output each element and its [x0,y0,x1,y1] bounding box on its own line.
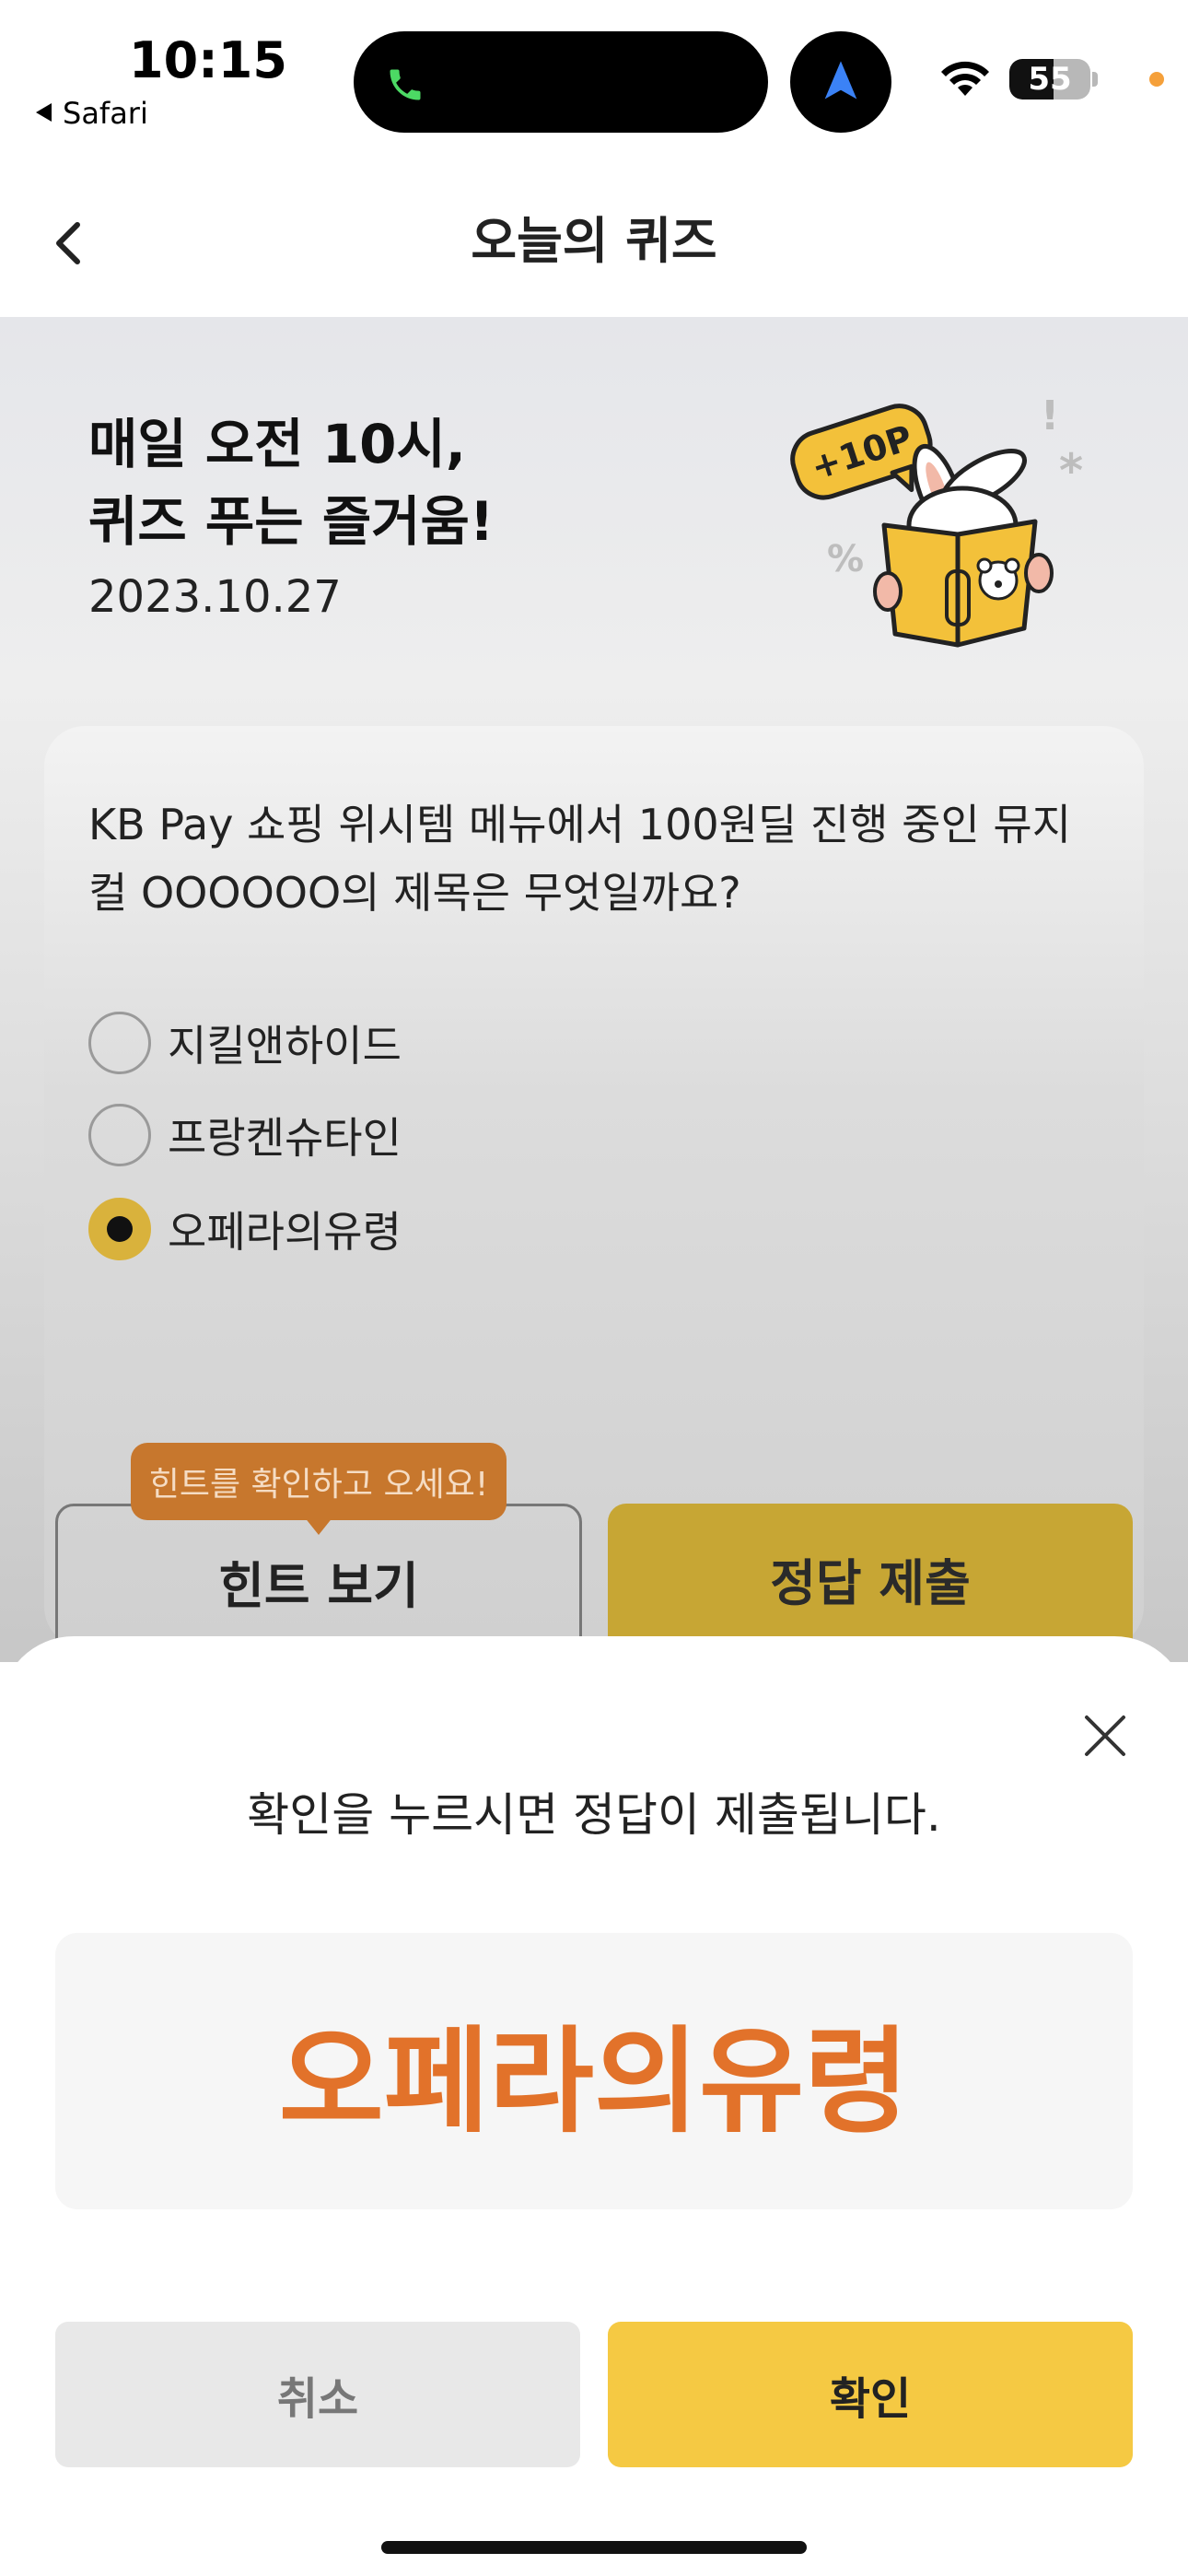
phone-icon [385,64,425,105]
status-time: 10:15 [129,31,287,89]
headline-line-2: 퀴즈 푸는 즐거움! [88,490,495,553]
back-triangle-icon [33,96,53,131]
confirm-button[interactable]: 확인 [608,2322,1133,2467]
option-phantom-of-the-opera[interactable]: 오페라의유령 [88,1196,402,1262]
option-frankenstein[interactable]: 프랑켄슈타인 [88,1102,402,1168]
confirm-message: 확인을 누르시면 정답이 제출됩니다. [247,1788,941,1842]
option-label: 지킬앤하이드 [168,1021,402,1071]
hero-headline: 매일 오전 10시, 퀴즈 푸는 즐거움! [88,405,494,560]
battery-icon: 55 [1009,59,1090,100]
headline-line-1: 매일 오전 10시, [88,413,466,475]
svg-text:*: * [1059,444,1083,498]
svg-text:%: % [827,538,864,580]
radio-button[interactable] [88,1012,151,1074]
quiz-date: 2023.10.27 [88,571,342,623]
back-button[interactable] [44,205,99,278]
option-label: 프랑켄슈타인 [168,1113,402,1163]
close-button[interactable] [1079,1710,1131,1762]
battery-percent: 55 [1028,61,1072,98]
svg-text:!: ! [1041,392,1059,439]
hint-tooltip: 힌트를 확인하고 오세요! [131,1443,507,1520]
radio-dot [107,1216,133,1242]
selected-answer: 오페라의유령 [55,1933,1133,2209]
quiz-question: KB Pay 쇼핑 위시템 메뉴에서 100원딜 진행 중인 뮤지컬 OOOOO… [88,800,1072,918]
page-title: 오늘의 퀴즈 [471,212,717,270]
rabbit-reading-book-illustration: +10P ! * % [774,387,1105,654]
radio-button-selected[interactable] [88,1198,151,1260]
home-indicator[interactable] [381,2541,807,2554]
navigation-arrow-icon [817,57,865,105]
close-icon [1079,1715,1131,1765]
chevron-left-icon [44,222,99,282]
radio-button[interactable] [88,1104,151,1166]
option-label: 오페라의유령 [168,1207,402,1257]
option-jekyll-and-hyde[interactable]: 지킬앤하이드 [88,1010,402,1076]
cancel-button[interactable]: 취소 [55,2322,580,2467]
back-app-label: Safari [63,96,148,131]
back-to-app[interactable]: Safari [33,96,148,131]
battery-cap [1092,72,1098,87]
wifi-icon [938,57,993,100]
privacy-indicator-dot [1149,72,1164,87]
hint-tooltip-arrow [304,1516,333,1535]
